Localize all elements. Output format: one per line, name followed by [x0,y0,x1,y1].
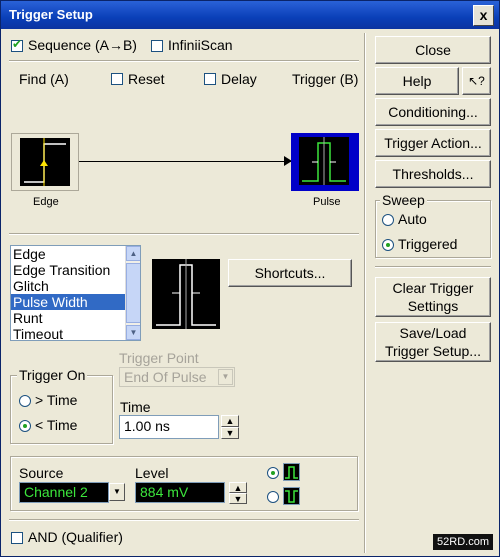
sequence-label: Sequence (A→B) [28,37,137,53]
reset-checkbox[interactable] [111,73,123,85]
list-item[interactable]: Runt [11,310,140,326]
shortcuts-button[interactable]: Shortcuts... [228,259,352,287]
and-qualifier-label: AND (Qualifier) [28,529,123,545]
sweep-triggered-label: Triggered [398,236,458,252]
negative-pulse-icon [283,487,300,505]
level-up-icon[interactable]: ▲ [229,482,247,493]
pulse-b-caption: Pulse [313,196,341,208]
title-bar: Trigger Setup x [1,1,499,29]
sweep-triggered-radio[interactable] [382,239,394,251]
help-button[interactable]: Help [375,67,459,95]
trigger-point-select: End Of Pulse ▼ [119,367,235,387]
level-input[interactable]: 884 mV [135,482,225,503]
less-time-radio[interactable] [19,420,31,432]
greater-time-label: > Time [35,392,78,408]
less-time-label: < Time [35,417,78,433]
level-down-icon[interactable]: ▼ [229,493,247,504]
time-down-icon[interactable]: ▼ [221,427,239,439]
save-load-trigger-setup-button[interactable]: Save/Load Trigger Setup... [375,322,491,362]
scroll-up-icon[interactable]: ▲ [126,246,140,261]
whats-this-icon[interactable]: ↖? [462,67,491,95]
sequence-checkbox[interactable] [11,37,23,52]
negative-polarity-radio[interactable] [267,491,279,503]
list-item[interactable]: Edge [11,246,140,262]
positive-pulse-icon [283,463,300,481]
close-window-button[interactable]: x [473,5,494,26]
trigger-on-group [10,375,113,444]
pulse-width-preview-icon [152,259,220,329]
close-button[interactable]: Close [375,36,491,64]
pulse-trigger-icon [299,137,349,185]
positive-polarity-radio[interactable] [267,467,279,479]
trigger-point-label: Trigger Point [119,350,199,366]
delay-checkbox[interactable] [204,73,216,85]
separator [9,233,359,235]
clear-trigger-settings-button[interactable]: Clear Trigger Settings [375,277,491,317]
watermark: 52RD.com [433,534,493,550]
sequence-arrow-line [79,161,291,162]
list-item[interactable]: Edge Transition [11,262,140,278]
separator [375,266,491,268]
time-label: Time [120,399,151,415]
pulse-b-frame[interactable] [291,133,359,191]
scroll-down-icon[interactable]: ▼ [126,325,140,340]
trigger-setup-window: Trigger Setup x Sequence (A→B) InfiniiSc… [0,0,500,557]
list-item[interactable]: Glitch [11,278,140,294]
time-input[interactable]: 1.00 ns [119,415,219,439]
find-a-label: Find (A) [19,71,69,87]
separator [9,60,359,62]
infiniiscan-checkbox[interactable] [151,40,163,52]
edge-a-caption: Edge [33,196,59,208]
trigger-b-label: Trigger (B) [292,71,359,87]
edge-a-frame[interactable] [11,133,79,191]
list-item[interactable]: Timeout [11,326,140,340]
vertical-separator [364,33,366,553]
list-item-selected[interactable]: Pulse Width [11,294,140,310]
separator [9,519,359,521]
trigger-type-list[interactable]: Edge Edge Transition Glitch Pulse Width … [10,245,141,341]
source-select[interactable]: Channel 2 [19,482,109,503]
edge-trigger-icon [20,138,70,186]
and-qualifier-checkbox[interactable] [11,532,23,544]
trigger-point-value: End Of Pulse [124,369,207,385]
sweep-auto-label: Auto [398,211,427,227]
sweep-auto-radio[interactable] [382,214,394,226]
level-label: Level [135,465,169,481]
source-label: Source [19,465,64,481]
conditioning-button[interactable]: Conditioning... [375,98,491,126]
delay-label: Delay [221,71,257,87]
reset-label: Reset [128,71,165,87]
thresholds-button[interactable]: Thresholds... [375,160,491,188]
trigger-action-button[interactable]: Trigger Action... [375,129,491,157]
chevron-down-icon[interactable]: ▼ [109,483,125,501]
infiniiscan-label: InfiniiScan [168,37,233,53]
window-title: Trigger Setup [9,7,93,22]
trigger-on-title: Trigger On [17,367,88,383]
greater-time-radio[interactable] [19,395,31,407]
time-up-icon[interactable]: ▲ [221,415,239,427]
chevron-down-icon: ▼ [218,369,233,385]
list-scrollbar[interactable]: ▲ ▼ [125,246,140,340]
sweep-title: Sweep [380,192,427,208]
scroll-thumb[interactable] [126,263,140,323]
